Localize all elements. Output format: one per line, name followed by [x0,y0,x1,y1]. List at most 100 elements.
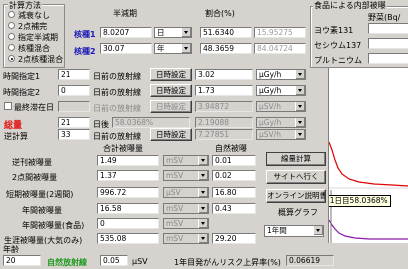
nuclide1-label: 核種1 [74,30,96,39]
last-stay-label: 最終滞在日 [14,103,54,112]
calc-method-option-label: 核種混合 [18,44,50,53]
time2-label: 時間指定2 [3,88,41,97]
chevron-down-icon [295,70,305,79]
time2-datetime-button[interactable]: 日時設定 [150,84,192,97]
result-row-unit-value: mSV [166,234,184,243]
graph-area: 21日目58.0368% [328,68,408,243]
chevron-down-icon [181,28,191,37]
iodine-input[interactable] [368,23,408,34]
col-total-header: 合計被曝量 [103,144,143,153]
time1-unit-value: μGy/h [259,70,282,79]
result-row-unit-select[interactable]: mSV [163,170,209,181]
calc-dose-button[interactable]: 線量計算 [266,152,326,166]
reverse-suffix: 日前の放射線 [93,132,141,141]
result-row-total-field: 16.58 [97,203,159,214]
total-suffix: 日後 [93,120,109,129]
calc-method-option-label: 2点補完 [18,22,48,31]
nuclide2-unit-select[interactable]: 年 [154,43,192,54]
last-stay-datetime-button: 日時設定 [150,100,192,113]
graph-period-value: 1年間 [267,226,287,235]
result-row-unit-select[interactable]: mSV [163,233,209,244]
time1-suffix: 日前の放射線 [93,72,141,81]
time2-unit-select[interactable]: μGy/h [256,85,306,96]
cancer-risk-field: 0.06619 [286,255,334,266]
age-input[interactable]: 20 [3,255,41,266]
chevron-down-icon [198,188,208,197]
time1-days-input[interactable]: 21 [58,69,90,80]
chevron-down-icon [295,118,305,127]
result-row-unit-select[interactable]: mSV [163,203,209,214]
last-stay-days-input [58,101,90,112]
nuclide2-ratio2-field: 84.04724 [254,43,306,54]
last-stay-dose-field: 3.94872 [195,101,253,112]
cancer-risk-label: 1年目発がんリスク上昇率(%) [174,258,281,267]
result-row-label: 2点間被曝量 [12,173,58,182]
internal-exposure-title: 食品による内部被曝 [313,0,387,11]
time1-label: 時間指定1 [3,72,41,81]
total-days-input[interactable]: 21 [58,117,90,128]
reverse-datetime-button[interactable]: 日時設定 [150,128,192,141]
result-row-natural-field: 29.20 [212,233,256,244]
time2-days-input[interactable]: 0 [58,85,90,96]
time1-unit-select[interactable]: μGy/h [256,69,306,80]
result-row-natural-field: 16.80 [212,187,256,198]
total-curve [329,219,408,240]
vegetable-label: 野菜(Bq/ [368,13,401,22]
nuclide2-ratio-input[interactable]: 48.3659 [200,43,252,54]
graph-period-select[interactable]: 1年間 [264,225,324,237]
result-row-unit-select[interactable]: mSV [163,155,209,166]
result-row-unit-value: mSV [166,156,184,165]
reverse-unit-value: μSV/h [259,130,281,139]
time1-datetime-button[interactable]: 日時設定 [150,68,192,81]
chevron-down-icon [198,204,208,213]
online-manual-button[interactable]: オンライン説明書 [266,189,326,203]
nuclide2-halflife-input[interactable]: 30.07 [100,43,152,54]
result-row-total-field: 996.72 [97,187,159,198]
result-row-natural-field: 0.02 [212,170,256,181]
calc-method-option-label: 指定半減期 [18,33,58,42]
nuclide2-label: 核種2 [74,47,96,56]
result-row-total-field: 0 [97,218,159,229]
chevron-down-icon [295,130,305,139]
result-row-unit-value: mSV [166,219,184,228]
nuclide1-ratio-input[interactable]: 51.6340 [200,27,252,38]
total-unit-value: μGy/h [259,118,282,127]
chevron-down-icon [295,86,305,95]
col-natural-header: 自然被曝 [215,144,247,153]
result-row-unit-value: mSV [166,171,184,180]
natural-radiation-input[interactable]: 0.05 [100,255,128,266]
chevron-down-icon [198,171,208,180]
calc-method-radio-1[interactable] [8,22,15,29]
calc-method-option-label: 2点核種混合 [18,55,64,64]
calc-method-radio-4[interactable] [8,55,15,62]
plutonium-input[interactable] [368,53,408,64]
iodine-label: ヨウ素131 [314,26,354,35]
calc-method-radio-3[interactable] [8,44,15,51]
natural-radiation-label: 自然放射線 [47,258,87,267]
chevron-down-icon [198,219,208,228]
reverse-label: 逆計算 [4,132,28,141]
nuclide1-unit-select[interactable]: 日 [154,27,192,38]
nuclide1-halflife-input[interactable]: 8.0207 [100,27,152,38]
calc-method-radio-0[interactable] [8,11,15,18]
total-percent-field: 58.0368% [112,117,190,128]
chevron-down-icon [198,234,208,243]
total-unit-select: μGy/h [256,117,306,128]
last-stay-unit-select: μSV/h [256,101,306,112]
result-row-unit-select[interactable]: μSV [163,187,209,198]
chevron-down-icon [181,44,191,53]
natural-curve [329,141,408,187]
cesium-input[interactable] [368,38,408,49]
result-row-unit-select[interactable]: mSV [163,218,209,229]
time1-dose-input[interactable]: 3.02 [195,69,253,80]
last-stay-checkbox[interactable] [4,102,12,110]
calc-method-radio-2[interactable] [8,33,15,40]
chevron-down-icon [313,226,323,235]
reverse-days-input[interactable]: 33 [58,129,90,140]
go-to-site-button[interactable]: サイトへ行く [266,170,326,184]
result-row-unit-value: μSV [166,188,181,197]
chevron-down-icon [198,156,208,165]
time2-dose-input[interactable]: 1.73 [195,85,253,96]
reverse-unit-select: μSV/h [256,129,306,140]
result-row-label: 年間被曝量(食品) [22,221,85,230]
